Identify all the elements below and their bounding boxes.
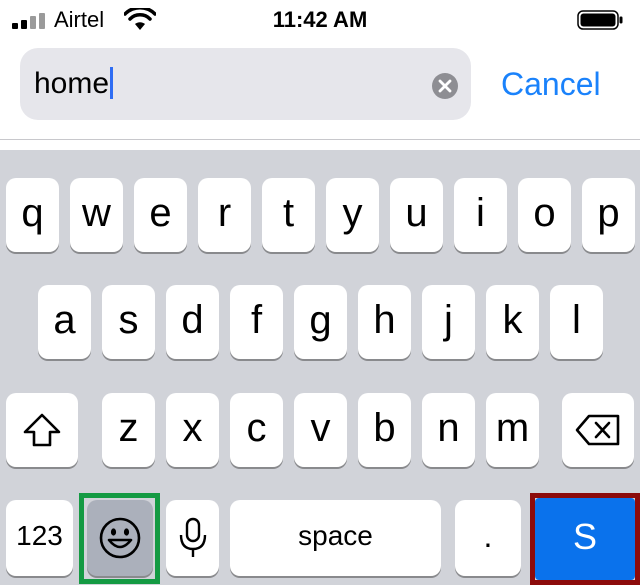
microphone-icon — [179, 517, 206, 557]
text-caret — [110, 67, 114, 100]
search-input-text: home — [34, 67, 110, 100]
key-o[interactable]: o — [518, 178, 571, 252]
key-z[interactable]: z — [102, 393, 155, 467]
search-input[interactable]: home — [20, 48, 471, 120]
key-c[interactable]: c — [230, 393, 283, 467]
emoji-key[interactable] — [87, 500, 153, 576]
emoji-icon — [99, 517, 141, 559]
key-u[interactable]: u — [390, 178, 443, 252]
key-d[interactable]: d — [166, 285, 219, 359]
search-key[interactable]: S — [535, 498, 635, 580]
key-i[interactable]: i — [454, 178, 507, 252]
clear-text-icon[interactable] — [431, 72, 459, 100]
divider — [0, 139, 640, 140]
key-l[interactable]: l — [550, 285, 603, 359]
key-b[interactable]: b — [358, 393, 411, 467]
key-q[interactable]: q — [6, 178, 59, 252]
key-n[interactable]: n — [422, 393, 475, 467]
key-x[interactable]: x — [166, 393, 219, 467]
status-bar: Airtel 11:42 AM — [0, 0, 640, 40]
cancel-button[interactable]: Cancel — [501, 66, 601, 102]
key-r[interactable]: r — [198, 178, 251, 252]
period-key[interactable]: . — [455, 500, 521, 576]
key-m[interactable]: m — [486, 393, 539, 467]
key-s[interactable]: s — [102, 285, 155, 359]
key-h[interactable]: h — [358, 285, 411, 359]
space-key[interactable]: space — [230, 500, 441, 576]
clock: 11:42 AM — [272, 7, 368, 32]
key-v[interactable]: v — [294, 393, 347, 467]
key-w[interactable]: w — [70, 178, 123, 252]
key-k[interactable]: k — [486, 285, 539, 359]
search-bar: home Cancel — [0, 40, 640, 140]
keyboard: q w e r t y u i o p a s d f g h j k l z … — [0, 150, 640, 585]
backspace-icon — [575, 414, 620, 446]
key-f[interactable]: f — [230, 285, 283, 359]
shift-icon — [23, 413, 61, 447]
delete-key[interactable] — [562, 393, 634, 467]
key-j[interactable]: j — [422, 285, 475, 359]
dictation-key[interactable] — [166, 500, 219, 576]
key-t[interactable]: t — [262, 178, 315, 252]
numbers-key[interactable]: 123 — [6, 500, 73, 576]
key-a[interactable]: a — [38, 285, 91, 359]
battery-icon — [577, 10, 623, 30]
key-g[interactable]: g — [294, 285, 347, 359]
shift-key[interactable] — [6, 393, 78, 467]
key-e[interactable]: e — [134, 178, 187, 252]
key-y[interactable]: y — [326, 178, 379, 252]
key-p[interactable]: p — [582, 178, 635, 252]
